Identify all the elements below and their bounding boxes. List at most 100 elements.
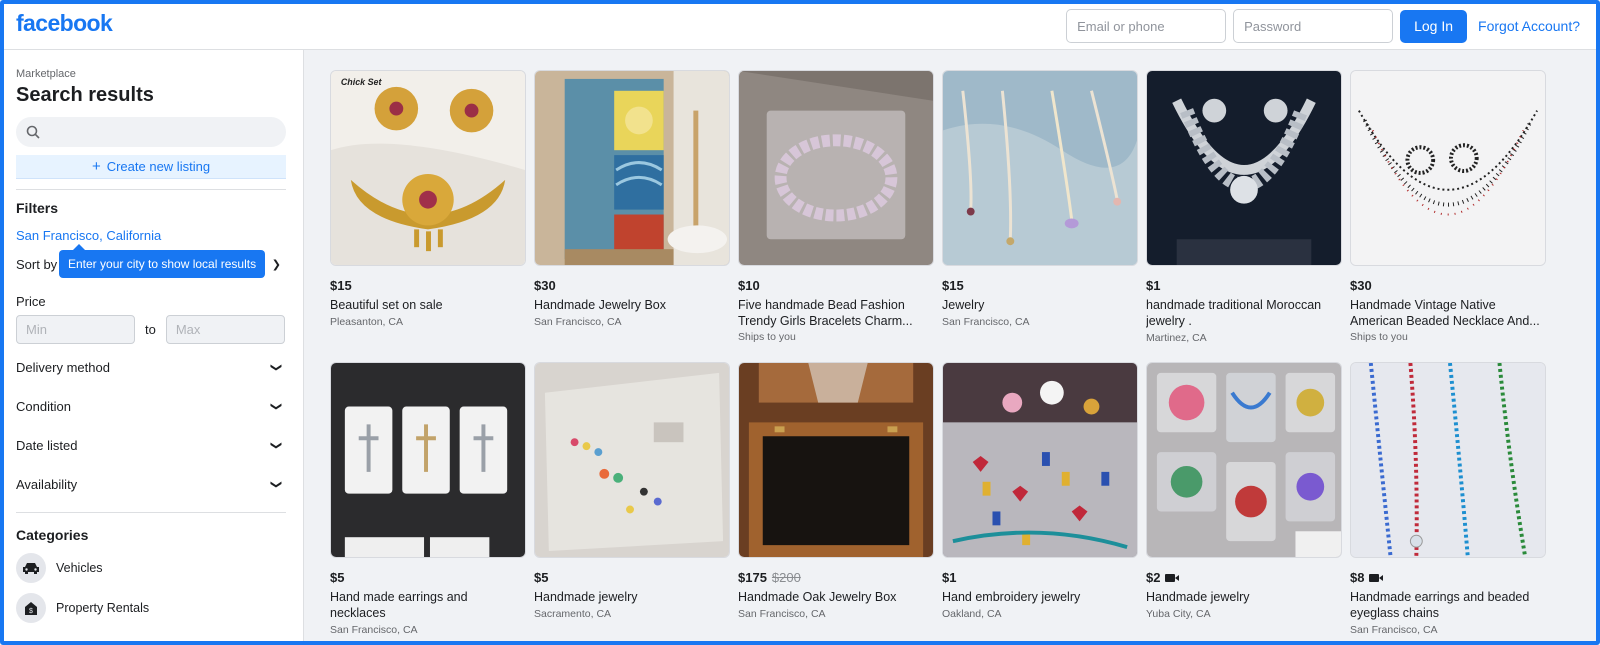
sidebar: Marketplace Search results + Create new … xyxy=(4,50,304,641)
price-range: to xyxy=(16,315,289,344)
main-content: Chick Set $15 Beautiful set on sale Plea… xyxy=(304,50,1596,641)
listing-card[interactable]: $10 Five handmade Bead Fashion Trendy Gi… xyxy=(738,70,934,362)
listing-image[interactable] xyxy=(330,362,526,558)
listing-card[interactable]: $15 Jewelry San Francisco, CA xyxy=(942,70,1138,362)
price-value: $5 xyxy=(330,570,345,585)
shipping-label: Ships to you xyxy=(1350,331,1408,343)
filter-label: Condition xyxy=(16,399,71,414)
video-icon xyxy=(1369,573,1384,582)
listing-image[interactable] xyxy=(1350,362,1546,558)
house-icon: $ xyxy=(16,593,46,623)
price-value: $8 xyxy=(1350,570,1365,585)
listing-location: Sacramento, CA xyxy=(534,608,612,620)
listing-card[interactable]: $1 Hand embroidery jewelry Oakland, CA xyxy=(942,362,1138,641)
category-vehicles[interactable]: Vehicles xyxy=(16,553,289,583)
divider xyxy=(16,512,286,513)
price-value: $1 xyxy=(942,570,957,585)
listing-image[interactable] xyxy=(1146,70,1342,266)
browser-frame: facebook Log In Forgot Account? Marketpl… xyxy=(0,0,1600,645)
email-field[interactable] xyxy=(1066,9,1227,43)
listing-card[interactable]: $5 Hand made earrings and necklaces San … xyxy=(330,362,526,641)
listing-price: $15 xyxy=(330,278,526,293)
svg-text:$: $ xyxy=(29,608,33,615)
listing-location: Martinez, CA xyxy=(1146,332,1207,344)
listing-title: Five handmade Bead Fashion Trendy Girls … xyxy=(738,298,913,328)
location-tooltip: Enter your city to show local results xyxy=(59,244,266,278)
category-label: Property Rentals xyxy=(56,601,150,615)
listing-image[interactable] xyxy=(738,362,934,558)
listing-card[interactable]: $175 $200 Handmade Oak Jewelry Box San F… xyxy=(738,362,934,641)
thumb-caption: Chick Set xyxy=(341,77,383,87)
page-title: Search results xyxy=(16,84,154,106)
filter-availability[interactable]: Availability ❯ xyxy=(16,477,282,492)
listing-price: $8 xyxy=(1350,570,1546,585)
log-in-button[interactable]: Log In xyxy=(1400,9,1468,43)
min-price-input[interactable] xyxy=(16,315,135,344)
create-new-listing-button[interactable]: + Create new listing xyxy=(16,155,286,179)
price-value: $30 xyxy=(1350,278,1372,293)
search-input[interactable] xyxy=(40,117,286,147)
listing-title: Handmade Oak Jewelry Box xyxy=(738,590,897,604)
filter-date-listed[interactable]: Date listed ❯ xyxy=(16,438,282,453)
filter-label: Delivery method xyxy=(16,360,110,375)
listing-title: Handmade jewelry xyxy=(534,590,638,604)
category-property-rentals[interactable]: $ Property Rentals xyxy=(16,593,289,623)
price-value: $15 xyxy=(942,278,964,293)
listing-location: Oakland, CA xyxy=(942,608,1002,620)
listing-image[interactable] xyxy=(1350,70,1546,266)
to-label: to xyxy=(145,322,156,337)
listing-card[interactable]: Chick Set $15 Beautiful set on sale Plea… xyxy=(330,70,526,362)
listing-location: San Francisco, CA xyxy=(942,316,1030,328)
listing-price: $10 xyxy=(738,278,934,293)
breadcrumb[interactable]: Marketplace xyxy=(16,68,289,80)
listing-image[interactable] xyxy=(1146,362,1342,558)
password-field[interactable] xyxy=(1233,9,1394,43)
chevron-down-icon: ❯ xyxy=(269,362,282,373)
listing-card[interactable]: $5 Handmade jewelry Sacramento, CA xyxy=(534,362,730,641)
listing-image[interactable] xyxy=(534,70,730,266)
listing-title: Handmade Vintage Native American Beaded … xyxy=(1350,298,1540,328)
listing-price: $1 xyxy=(1146,278,1342,293)
listing-card[interactable]: $8 Handmade earrings and beaded eyeglass… xyxy=(1350,362,1546,641)
listing-title: Jewelry xyxy=(942,298,985,312)
top-bar: facebook Log In Forgot Account? xyxy=(4,4,1596,50)
listing-image[interactable]: Chick Set xyxy=(330,70,526,266)
listing-card[interactable]: $1 handmade traditional Moroccan jewelry… xyxy=(1146,70,1342,362)
price-value: $5 xyxy=(534,570,549,585)
original-price: $200 xyxy=(771,570,801,585)
listing-title: handmade traditional Moroccan jewelry . xyxy=(1146,298,1322,328)
chevron-down-icon: ❯ xyxy=(269,401,282,412)
filter-condition[interactable]: Condition ❯ xyxy=(16,399,282,414)
filters-heading: Filters xyxy=(16,200,59,216)
listing-price: $175 $200 xyxy=(738,570,934,585)
listing-grid: Chick Set $15 Beautiful set on sale Plea… xyxy=(330,70,1546,641)
create-listing-label: Create new listing xyxy=(106,159,211,174)
listing-location: San Francisco, CA xyxy=(330,624,418,636)
max-price-input[interactable] xyxy=(165,315,285,344)
price-value: $2 xyxy=(1146,570,1161,585)
facebook-logo[interactable]: facebook xyxy=(16,10,113,37)
listing-card[interactable]: $30 Handmade Vintage Native American Bea… xyxy=(1350,70,1546,362)
listing-image[interactable] xyxy=(942,70,1138,266)
listing-image[interactable] xyxy=(534,362,730,558)
chevron-down-icon: ❯ xyxy=(269,440,282,451)
listing-card[interactable]: $2 Handmade jewelry Yuba City, CA xyxy=(1146,362,1342,641)
price-value: $1 xyxy=(1146,278,1161,293)
location-link[interactable]: San Francisco, California xyxy=(16,228,289,243)
search-bar[interactable] xyxy=(16,117,286,147)
filter-label: Availability xyxy=(16,477,78,492)
listing-location: San Francisco, CA xyxy=(534,316,622,328)
listing-image[interactable] xyxy=(942,362,1138,558)
chevron-down-icon: ❯ xyxy=(269,479,282,490)
listing-location: Pleasanton, CA xyxy=(330,316,403,328)
listing-price: $2 xyxy=(1146,570,1342,585)
price-value: $30 xyxy=(534,278,556,293)
listing-card[interactable]: $30 Handmade Jewelry Box San Francisco, … xyxy=(534,70,730,362)
listing-title: Beautiful set on sale xyxy=(330,298,443,312)
filter-delivery-method[interactable]: Delivery method ❯ xyxy=(16,360,282,375)
listing-title: Hand embroidery jewelry xyxy=(942,590,1081,604)
forgot-account-link[interactable]: Forgot Account? xyxy=(1478,18,1580,34)
listing-image[interactable] xyxy=(738,70,934,266)
listing-title: Hand made earrings and necklaces xyxy=(330,590,468,620)
categories-heading: Categories xyxy=(16,527,89,543)
